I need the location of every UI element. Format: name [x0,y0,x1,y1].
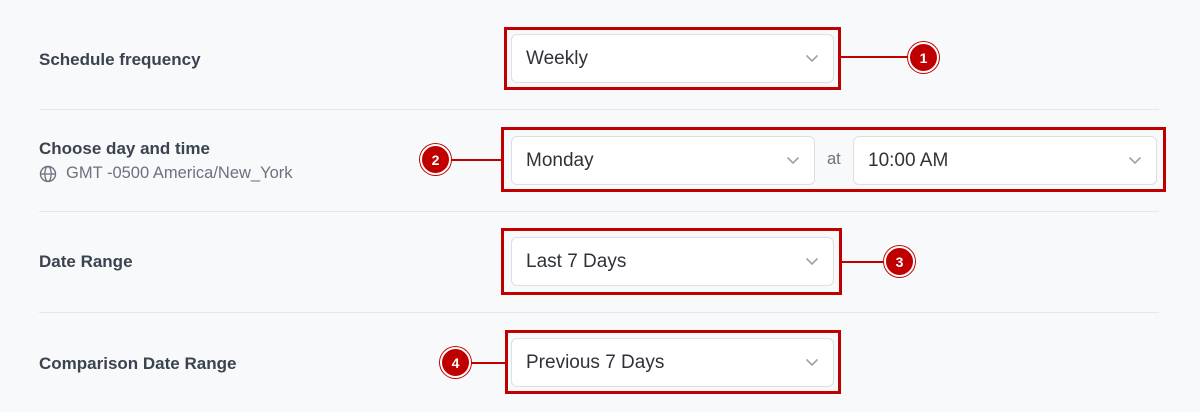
callout-badge-3: 3 [884,246,915,277]
callout-connector-3 [842,261,885,263]
day-time-label: Choose day and time [39,139,210,158]
row-divider [39,312,1159,313]
callout-frame-1 [504,27,841,90]
timezone-text: GMT -0500 America/New_York [66,164,293,182]
callout-badge-4: 4 [440,347,471,378]
callout-badge-1: 1 [908,42,939,73]
timezone-info: GMT -0500 America/New_York [39,164,293,183]
globe-icon [39,165,57,183]
callout-connector-4 [468,362,505,364]
row-divider [39,109,1159,110]
comparison-date-range-label: Comparison Date Range [39,354,237,373]
callout-connector-1 [841,56,909,58]
schedule-frequency-label: Schedule frequency [39,50,201,69]
callout-connector-2 [447,159,501,161]
date-range-label: Date Range [39,252,133,271]
callout-frame-4 [505,330,841,394]
callout-frame-2 [501,127,1166,192]
row-divider [39,211,1159,212]
callout-frame-3 [501,228,842,295]
callout-badge-2: 2 [420,144,451,175]
